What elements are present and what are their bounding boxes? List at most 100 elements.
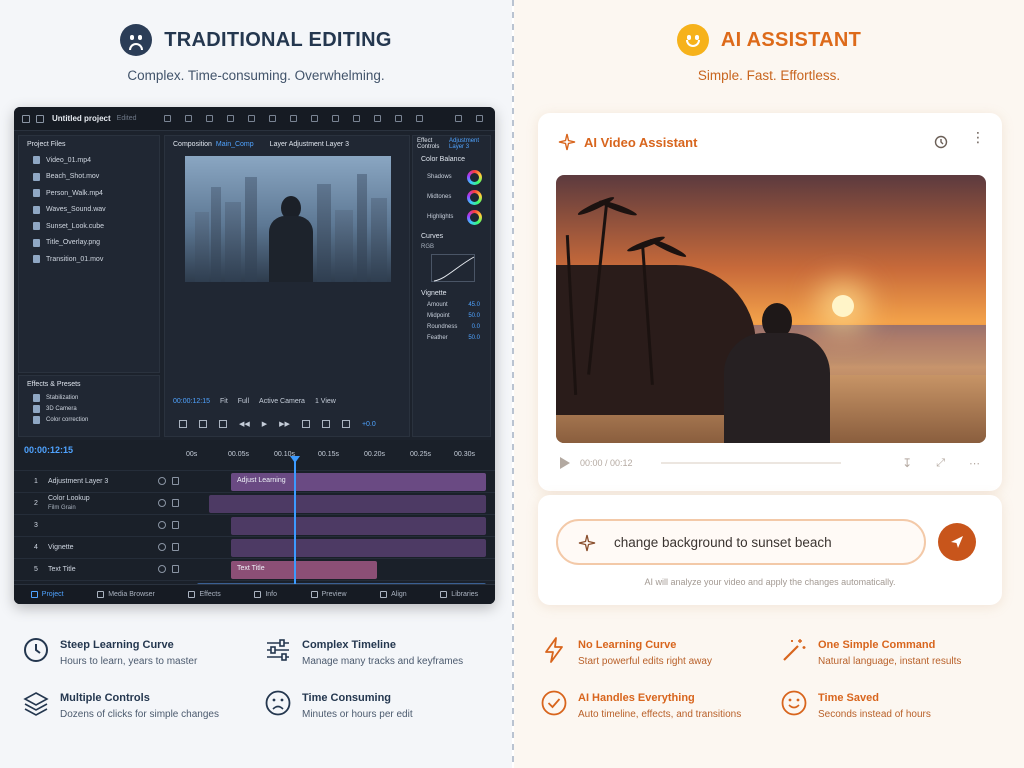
color-wheel-icon[interactable] [467,209,482,225]
viewer-offset[interactable]: +0.0 [362,421,376,428]
composition-name[interactable]: Main_Comp [216,141,254,148]
fullscreen-icon[interactable]: ⤢ [936,457,945,470]
puppet-tool-icon[interactable] [416,115,424,122]
timeline-clip[interactable] [231,517,486,535]
timeline-clip[interactable]: Adjust Learning [231,473,486,491]
vignette-param-row[interactable]: Roundness 0.0 [413,321,490,332]
download-icon[interactable]: ↧ [902,456,912,470]
composition-viewer [185,156,391,282]
loop-icon[interactable] [179,420,187,428]
hand-tool-icon[interactable] [185,115,193,122]
ai-video-card: AI Video Assistant ⋮ 00:00 / 00:12 ↧ ⤢ ⋯ [538,113,1002,491]
color-wheel-row[interactable]: Midtones [413,187,490,207]
lock-icon[interactable] [172,477,179,485]
visibility-icon[interactable] [158,477,166,485]
visibility-icon[interactable] [158,565,166,573]
more-horizontal-icon[interactable]: ⋯ [969,457,980,470]
color-wheel-icon[interactable] [467,189,482,205]
lock-icon[interactable] [172,521,179,529]
viewer-opt-camera[interactable]: Active Camera [259,398,305,405]
color-wheel-row[interactable]: Shadows [413,167,490,187]
visibility-icon[interactable] [158,543,166,551]
project-file-item[interactable]: Waves_Sound.wav [19,202,159,219]
color-wheel-row[interactable]: Highlights [413,207,490,227]
zoom-tool-icon[interactable] [206,115,214,122]
feature-time-consuming: Time Consuming Minutes or hours per edit [264,689,413,720]
pen-tool-icon[interactable] [311,115,319,122]
vignette-param-row[interactable]: Amount 45.0 [413,299,490,310]
lock-icon[interactable] [172,499,179,507]
timeline-clip[interactable]: Text Title [231,561,377,579]
video-preview[interactable] [556,175,986,443]
project-file-item[interactable]: Sunset_Look.cube [19,218,159,235]
project-file-item[interactable]: Person_Walk.mp4 [19,185,159,202]
prev-frame-icon[interactable] [219,420,227,428]
project-file-item[interactable]: Transition_01.mov [19,251,159,268]
eraser-tool-icon[interactable] [395,115,403,122]
folder-icon[interactable] [22,114,30,123]
viewer-opt-view[interactable]: 1 View [315,398,336,405]
timeline-track-row[interactable]: 4 Vignette [14,536,495,558]
clone-tool-icon[interactable] [374,115,382,122]
lock-icon[interactable] [172,543,179,551]
viewer-time[interactable]: 00:00:12:15 [173,398,210,405]
visibility-icon[interactable] [158,499,166,507]
bottom-tab[interactable]: Align [380,591,407,598]
history-icon[interactable] [934,135,948,149]
window-icon[interactable] [455,115,462,122]
bottom-tab[interactable]: Media Browser [97,591,155,598]
project-file-item[interactable]: Video_01.mp4 [19,152,159,169]
timeline-playhead[interactable] [290,456,300,604]
timeline-track-row[interactable]: 1 Adjustment Layer 3 Adjust Learning [14,470,495,492]
bottom-tab[interactable]: Project [30,591,64,598]
timeline-track-row[interactable]: 3 [14,514,495,536]
rewind-icon[interactable]: ◀◀ [239,420,250,428]
effect-preset-item[interactable]: 3D Camera [19,403,159,414]
selection-tool-icon[interactable] [164,115,172,122]
skip-end-icon[interactable] [321,420,330,428]
send-button[interactable] [938,523,976,561]
rotate-tool-icon[interactable] [227,115,235,122]
file-list: Video_01.mp4 Beach_Shot.mov Person_Walk.mp… [19,152,159,268]
bottom-tab[interactable]: Libraries [440,591,478,598]
more-vertical-icon[interactable]: ⋮ [971,130,985,149]
home-icon[interactable] [36,114,44,123]
prompt-input[interactable]: change background to sunset beach [556,519,926,565]
vignette-param-row[interactable]: Feather 50.0 [413,332,490,343]
color-wheel-icon[interactable] [467,169,482,185]
pan-tool-icon[interactable] [269,115,277,122]
camera-tool-icon[interactable] [248,115,256,122]
vignette-param-row[interactable]: Midpoint 50.0 [413,310,490,321]
tab-icon [30,591,38,598]
project-file-item[interactable]: Beach_Shot.mov [19,169,159,186]
bottom-tab[interactable]: Preview [310,591,347,598]
play-icon[interactable] [560,457,570,469]
fast-forward-icon[interactable]: ▶▶ [279,420,290,428]
audio-icon[interactable] [341,420,350,428]
bottom-tab[interactable]: Effects [188,591,221,598]
effect-preset-item[interactable]: Color correction [19,414,159,425]
composition-label[interactable]: Composition [173,141,212,148]
lock-icon[interactable] [172,565,179,573]
bottom-tab[interactable]: Info [254,591,277,598]
progress-track[interactable] [660,462,841,464]
timeline-clip[interactable] [231,539,486,557]
project-file-item[interactable]: Title_Overlay.png [19,235,159,252]
curves-graph[interactable] [431,254,475,282]
text-tool-icon[interactable] [332,115,340,122]
viewer-opt-fit[interactable]: Fit [220,398,228,405]
next-frame-icon[interactable] [301,420,310,428]
viewer-opt-full[interactable]: Full [238,398,249,405]
layer-label[interactable]: Layer Adjustment Layer 3 [270,141,349,148]
timeline-track-row[interactable]: 2 Color Lookup Film Grain [14,492,495,514]
menu-icon[interactable] [476,115,483,122]
play-icon[interactable]: ▶ [262,420,267,428]
brush-tool-icon[interactable] [353,115,361,122]
visibility-icon[interactable] [158,521,166,529]
timeline-track-row[interactable]: 5 Text Title Text Title [14,558,495,580]
mask-tool-icon[interactable] [290,115,298,122]
effect-preset-item[interactable]: Stabilization [19,392,159,403]
timeline-clip[interactable] [209,495,486,513]
skip-start-icon[interactable] [199,420,207,428]
timeline-timecode[interactable]: 00:00:12:15 [24,445,73,455]
